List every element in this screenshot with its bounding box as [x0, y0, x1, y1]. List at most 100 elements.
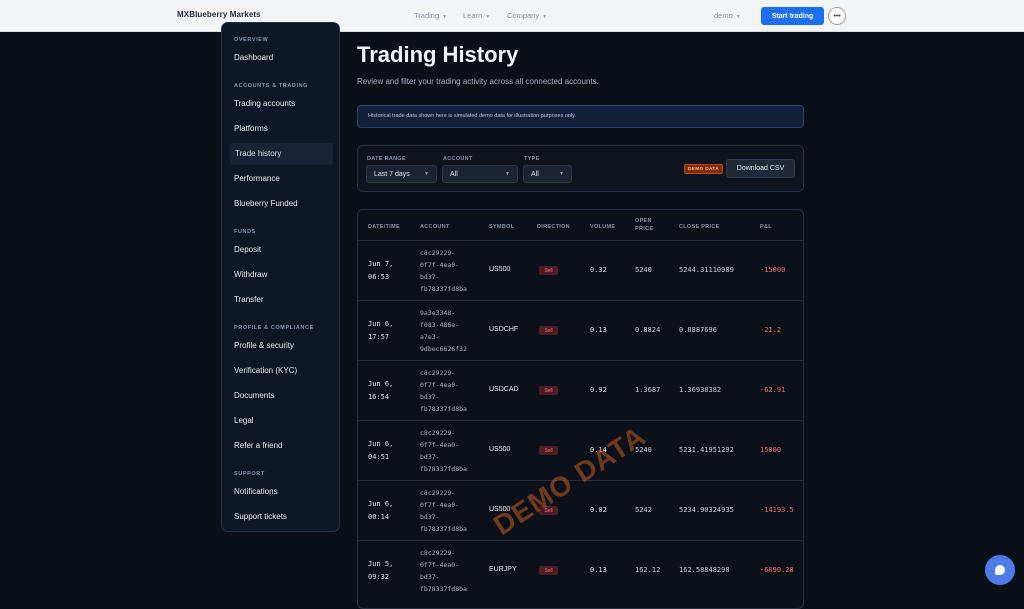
trade-datetime: Jun 6, 16:54	[368, 380, 394, 401]
table-row[interactable]: Jun 5, 09:32 c8c29229- 0f7f-4ea0- bd37- fb78…	[358, 540, 803, 600]
trade-volume: 0.92	[590, 386, 607, 394]
column-header-close-price[interactable]: CLOSE PRICE	[679, 223, 720, 231]
sidebar-heading-overview: OVERVIEW	[234, 37, 269, 43]
filter-panel: DATE RANGE Last 7 days ▼ ACCOUNT All ▼ TYP…	[357, 145, 804, 192]
account-mode-selector[interactable]: demo ▼	[714, 11, 741, 20]
date-range-select[interactable]: Last 7 days ▼	[366, 165, 437, 183]
trade-symbol: USDCHF	[489, 326, 519, 333]
sidebar-item-refer-friend[interactable]: Refer a friend	[234, 441, 282, 450]
sidebar-heading-profile-compliance: PROFILE & COMPLIANCE	[234, 325, 314, 331]
page-subtitle: Review and filter your trading activity …	[357, 77, 599, 86]
trade-pnl: -6090.28	[760, 566, 794, 574]
chevron-down-icon: ▼	[424, 171, 429, 177]
brand-logo[interactable]: MXBlueberry Markets	[177, 10, 261, 19]
sidebar-item-documents[interactable]: Documents	[234, 391, 274, 400]
column-header-symbol[interactable]: SYMBOL	[489, 223, 514, 231]
trade-symbol: US500	[489, 266, 511, 273]
sidebar-item-trading-accounts[interactable]: Trading accounts	[234, 99, 295, 108]
trade-close-price: 5231.41951292	[679, 446, 734, 454]
trade-pnl: -14193.5	[760, 506, 794, 514]
trade-close-price: 5244.31110989	[679, 266, 734, 274]
trade-datetime: Jun 7, 06:53	[368, 260, 394, 281]
top-navigation-bar: MXBlueberry Markets Trading ▼ Learn ▼ Comp…	[0, 0, 1024, 32]
column-header-volume[interactable]: VOLUME	[590, 223, 615, 231]
trade-datetime: Jun 6, 17:57	[368, 320, 394, 341]
nav-learn[interactable]: Learn ▼	[463, 11, 490, 20]
sidebar-item-performance[interactable]: Performance	[234, 174, 280, 183]
chat-support-button[interactable]	[985, 555, 1015, 585]
trade-account-id: c8c29229- 0f7f-4ea0- bd37- fb78337fd8ba	[420, 429, 467, 473]
sidebar-item-profile-security[interactable]: Profile & security	[234, 341, 294, 350]
chevron-down-icon: ▼	[542, 14, 548, 20]
start-trading-button[interactable]: Start trading	[761, 7, 824, 25]
account-select[interactable]: All ▼	[442, 165, 518, 183]
sidebar-item-deposit[interactable]: Deposit	[234, 245, 261, 254]
trade-datetime: Jun 6, 00:14	[368, 500, 394, 521]
chevron-down-icon: ▼	[442, 14, 448, 20]
chevron-down-icon: ▼	[485, 14, 491, 20]
trade-history-table: DATE/TIME ACCOUNT SYMBOL DIRECTION VOLUM…	[357, 209, 804, 609]
trade-open-price: 0.8824	[635, 326, 661, 334]
demo-data-badge: DEMO DATA	[684, 164, 723, 174]
direction-badge: Sell	[539, 386, 558, 395]
chevron-down-icon: ▼	[735, 14, 741, 20]
table-row[interactable]: Jun 6, 17:57 9a3e3348- f083-486e-a7e3- 9dbe…	[358, 300, 803, 360]
trade-volume: 0.32	[590, 266, 607, 274]
direction-badge: Sell	[539, 266, 558, 275]
trade-pnl: -15000	[760, 266, 786, 274]
download-csv-button[interactable]: Download CSV	[726, 159, 795, 178]
trade-open-price: 162.12	[635, 566, 661, 574]
nav-company[interactable]: Company ▼	[507, 11, 547, 20]
trade-account-id: c8c29229- 0f7f-4ea0- bd37- fb78337fd8ba	[420, 549, 467, 593]
sidebar-item-trade-history[interactable]: Trade history	[230, 143, 333, 165]
sidebar-item-platforms[interactable]: Platforms	[234, 124, 268, 133]
trade-symbol: EURJPY	[489, 566, 517, 573]
trade-open-price: 5240	[635, 266, 652, 274]
trade-close-price: 5234.90324935	[679, 506, 734, 514]
column-header-direction[interactable]: DIRECTION	[537, 223, 570, 231]
trade-close-price: 1.36938382	[679, 386, 722, 394]
sidebar: OVERVIEW Dashboard ACCOUNTS & TRADING Tr…	[221, 22, 340, 532]
column-header-datetime[interactable]: DATE/TIME	[368, 223, 400, 231]
trade-account-id: c8c29229- 0f7f-4ea0- bd37- fb78337fd8ba	[420, 249, 467, 293]
sidebar-heading-support: SUPPORT	[234, 471, 265, 477]
chevron-down-icon: ▼	[505, 171, 510, 177]
sidebar-item-blueberry-funded[interactable]: Blueberry Funded	[234, 199, 298, 208]
sidebar-item-withdraw[interactable]: Withdraw	[234, 270, 267, 279]
sidebar-item-notifications[interactable]: Notifications	[234, 487, 278, 496]
sidebar-heading-funds: FUNDS	[234, 229, 256, 235]
trade-volume: 0.02	[590, 506, 607, 514]
trade-symbol: USDCAD	[489, 386, 519, 393]
column-header-open-price[interactable]: OPEN PRICE	[635, 217, 661, 233]
page-title: Trading History	[357, 42, 519, 67]
trade-volume: 0.13	[590, 326, 607, 334]
column-header-account[interactable]: ACCOUNT	[420, 223, 450, 231]
trade-pnl: 15000	[760, 446, 782, 454]
column-header-pnl[interactable]: P&L	[760, 223, 772, 231]
sidebar-item-transfer[interactable]: Transfer	[234, 295, 264, 304]
trade-account-id: 9a3e3348- f083-486e-a7e3- 9dbec6626f32	[420, 309, 467, 353]
sidebar-item-support-tickets[interactable]: Support tickets	[234, 512, 287, 521]
trade-pnl: -21.2	[760, 326, 782, 334]
direction-badge: Sell	[539, 446, 558, 455]
sidebar-item-legal[interactable]: Legal	[234, 416, 254, 425]
direction-badge: Sell	[539, 326, 558, 335]
sidebar-item-verification[interactable]: Verification (KYC)	[234, 366, 297, 375]
trade-close-price: 0.8887696	[679, 326, 717, 334]
table-row[interactable]: Jun 7, 06:53 c8c29229- 0f7f-4ea0- bd37- fb78…	[358, 240, 803, 300]
type-select[interactable]: All ▼	[523, 165, 572, 183]
chevron-down-icon: ▼	[559, 171, 564, 177]
date-range-label: DATE RANGE	[367, 156, 406, 162]
trade-account-id: c8c29229- 0f7f-4ea0- bd37- fb78337fd8ba	[420, 489, 467, 533]
trade-datetime: Jun 6, 04:51	[368, 440, 394, 461]
trade-account-id: c8c29229- 0f7f-4ea0- bd37- fb78337fd8ba	[420, 369, 467, 413]
account-label: ACCOUNT	[443, 156, 473, 162]
direction-badge: Sell	[539, 566, 558, 575]
trade-pnl: -62.91	[760, 386, 786, 394]
table-row[interactable]: Jun 6, 16:54 c8c29229- 0f7f-4ea0- bd37- fb78…	[358, 360, 803, 420]
more-icon[interactable]: •••	[828, 7, 846, 25]
trade-symbol: US500	[489, 446, 511, 453]
chat-icon	[995, 565, 1005, 575]
sidebar-item-dashboard[interactable]: Dashboard	[234, 53, 273, 62]
nav-trading[interactable]: Trading ▼	[414, 11, 447, 20]
